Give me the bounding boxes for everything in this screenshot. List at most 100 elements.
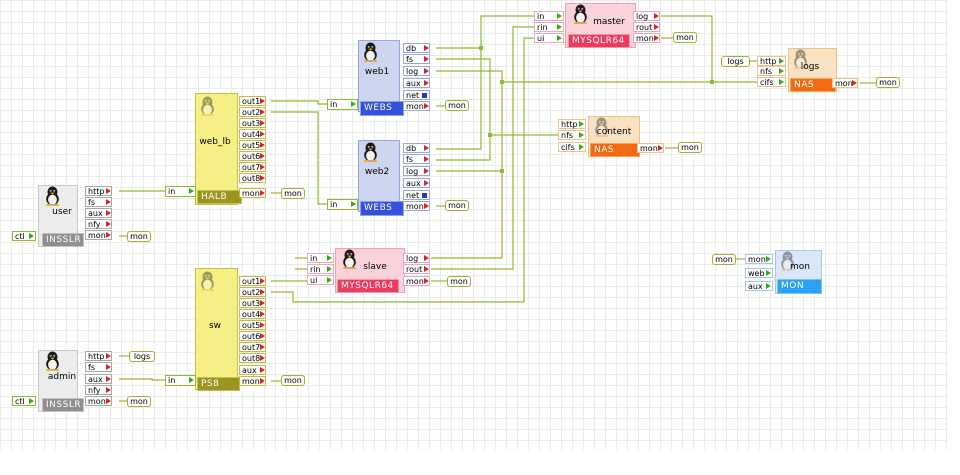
connector-mon-3[interactable]: mon (281, 188, 305, 199)
port-slave-mon[interactable]: mon (403, 276, 430, 286)
port-web2-aux[interactable]: aux (403, 178, 430, 188)
port-sw-in[interactable]: in (165, 375, 196, 386)
port-admin-mon[interactable]: mon (85, 396, 112, 406)
port-web1-in[interactable]: in (327, 99, 358, 110)
wire-18[interactable] (436, 48, 482, 150)
port-sw-out4[interactable]: out4 (239, 309, 266, 319)
wire-24[interactable] (661, 15, 713, 82)
port-label: out4 (242, 310, 261, 319)
output-arrow-icon (424, 45, 429, 51)
port-logs-mon[interactable]: mon (832, 78, 858, 88)
wire-25[interactable] (431, 26, 534, 270)
port-web2-mon[interactable]: mon (403, 201, 430, 211)
port-master-log[interactable]: log (633, 11, 660, 21)
port-label: http (561, 120, 578, 129)
port-admin-fs[interactable]: fs (85, 362, 112, 372)
port-web1-log[interactable]: log (403, 66, 430, 76)
wire-15[interactable] (271, 100, 327, 105)
port-master-in[interactable]: in (534, 11, 564, 21)
port-content-cifs[interactable]: cifs (558, 142, 586, 152)
port-web1-net[interactable]: net (403, 90, 430, 100)
port-web_lb-out1[interactable]: out1 (239, 96, 266, 106)
port-mon-web[interactable]: web (745, 268, 773, 278)
port-user-aux[interactable]: aux (85, 208, 112, 218)
port-mon-mon[interactable]: mon (745, 254, 773, 264)
connector-mon-11[interactable]: mon (876, 77, 900, 88)
port-user-mon[interactable]: mon (85, 230, 112, 240)
port-sw-out8[interactable]: out8 (239, 353, 266, 363)
port-label: log (406, 167, 419, 176)
connector-mon-5[interactable]: mon (445, 100, 469, 111)
connector-mon-6[interactable]: mon (445, 200, 469, 211)
port-logs-nfs[interactable]: nfs (757, 66, 786, 76)
port-admin-aux[interactable]: aux (85, 374, 112, 384)
port-web2-net[interactable]: net (403, 190, 430, 200)
port-content-mon[interactable]: mon (637, 143, 664, 153)
port-sw-out5[interactable]: out5 (239, 320, 266, 330)
diagram-canvas[interactable]: user INSSLR http fs aux nfy mon ctl admin INSSLR h… (0, 0, 960, 475)
input-arrow-icon (579, 121, 584, 127)
port-web_lb-out2[interactable]: out2 (239, 107, 266, 117)
port-web_lb-out3[interactable]: out3 (239, 118, 266, 128)
port-web_lb-out7[interactable]: out7 (239, 162, 266, 172)
output-arrow-icon (260, 322, 265, 328)
port-slave-in[interactable]: in (307, 253, 334, 263)
port-slave-ui[interactable]: ui (307, 275, 334, 285)
port-user-nfy[interactable]: nfy (85, 219, 112, 229)
port-label: mon (636, 34, 654, 43)
wire-17[interactable] (436, 15, 534, 49)
connector-mon-12[interactable]: mon (712, 254, 736, 265)
port-mon-aux[interactable]: aux (745, 281, 773, 291)
connector-logs-10[interactable]: logs (721, 56, 750, 67)
port-web_lb-mon[interactable]: mon (239, 188, 266, 198)
connector-mon-9[interactable]: mon (678, 142, 702, 153)
port-user-ctl[interactable]: ctl (12, 231, 36, 241)
port-slave-log[interactable]: log (403, 253, 430, 263)
port-logs-cifs[interactable]: cifs (757, 77, 786, 87)
output-arrow-icon (424, 80, 429, 86)
port-sw-mon[interactable]: mon (239, 376, 266, 386)
port-web2-db[interactable]: db (403, 143, 430, 153)
port-sw-out1[interactable]: out1 (239, 276, 266, 286)
port-user-fs[interactable]: fs (85, 197, 112, 207)
port-web2-in[interactable]: in (327, 199, 358, 210)
port-web1-db[interactable]: db (403, 43, 430, 53)
port-web1-aux[interactable]: aux (403, 78, 430, 88)
port-web_lb-out5[interactable]: out5 (239, 140, 266, 150)
port-content-nfs[interactable]: nfs (558, 130, 586, 140)
port-master-rin[interactable]: rin (534, 22, 564, 32)
port-sw-out6[interactable]: out6 (239, 331, 266, 341)
connector-mon-7[interactable]: mon (447, 276, 471, 287)
wire-20[interactable] (436, 135, 491, 161)
port-master-rout[interactable]: rout (633, 22, 660, 32)
port-web2-fs[interactable]: fs (403, 154, 430, 164)
port-sw-out2[interactable]: out2 (239, 287, 266, 297)
connector-mon-2[interactable]: mon (127, 396, 151, 407)
connector-mon-8[interactable]: mon (673, 32, 697, 43)
port-slave-rin[interactable]: rin (307, 264, 334, 274)
connector-mon-0[interactable]: mon (127, 231, 151, 242)
port-logs-http[interactable]: http (757, 56, 786, 66)
port-web1-fs[interactable]: fs (403, 54, 430, 64)
port-web_lb-out6[interactable]: out6 (239, 151, 266, 161)
port-label: mon (640, 144, 658, 153)
connector-logs-1[interactable]: logs (129, 351, 155, 362)
port-sw-out3[interactable]: out3 (239, 298, 266, 308)
port-master-mon[interactable]: mon (633, 33, 660, 43)
port-slave-rout[interactable]: rout (403, 264, 430, 274)
port-web_lb-out4[interactable]: out4 (239, 129, 266, 139)
port-master-ui[interactable]: ui (534, 33, 564, 43)
port-admin-ctl[interactable]: ctl (12, 396, 36, 406)
port-web_lb-in[interactable]: in (165, 186, 196, 197)
port-content-http[interactable]: http (558, 119, 586, 129)
connector-mon-4[interactable]: mon (281, 375, 305, 386)
wire-3[interactable] (119, 378, 165, 381)
port-sw-out7[interactable]: out7 (239, 342, 266, 352)
port-admin-http[interactable]: http (85, 351, 112, 361)
port-sw-aux[interactable]: aux (239, 365, 266, 375)
port-web2-log[interactable]: log (403, 166, 430, 176)
port-admin-nfy[interactable]: nfy (85, 385, 112, 395)
port-web_lb-out8[interactable]: out8 (239, 173, 266, 183)
port-web1-mon[interactable]: mon (403, 101, 430, 111)
port-user-http[interactable]: http (85, 186, 112, 196)
